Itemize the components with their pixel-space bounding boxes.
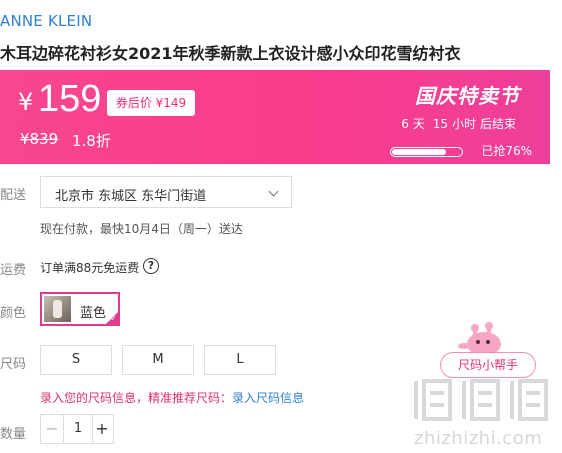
size-option-l[interactable]: L [204, 345, 276, 375]
coupon-price-badge[interactable]: 券后价 ¥149 [107, 90, 195, 116]
size-option-s[interactable]: S [40, 345, 112, 375]
currency-symbol: ¥ [18, 88, 34, 116]
countdown-days-unit: 天 [412, 117, 425, 131]
address-select[interactable]: 北京市 东城区 东华门街道 [40, 176, 292, 208]
brand-name[interactable]: ANNE KLEIN [0, 12, 92, 30]
sold-percentage: 已抢76% [481, 144, 532, 158]
sold-progress-bar [390, 147, 463, 157]
sold-progress-fill [392, 149, 446, 155]
countdown-timer: 6天 15 小时 后结束 [399, 115, 518, 132]
color-label: 颜色 [0, 306, 27, 321]
size-hint: 录入您的尺码信息，精准推荐尺码：录入尺码信息 [40, 389, 304, 406]
quantity-stepper[interactable]: − 1 + [40, 414, 114, 444]
original-price: ¥839 [20, 130, 59, 148]
quantity-value[interactable]: 1 [63, 415, 93, 443]
discount-rate: 1.8折 [72, 132, 111, 150]
color-name: 蓝色 [80, 306, 107, 321]
address-value: 北京市 东城区 东华门街道 [55, 189, 207, 204]
helper-mascot-icon [458, 322, 501, 356]
quantity-label: 数量 [0, 427, 27, 442]
delivery-label: 配送 [0, 188, 27, 203]
watermark-logo [414, 379, 548, 421]
countdown-hours: 15 [432, 117, 448, 131]
size-hint-text: 录入您的尺码信息，精准推荐尺码： [40, 391, 233, 405]
current-price: 159 [38, 78, 102, 120]
product-title: 木耳边碎花衬衫女2021年秋季新款上衣设计感小众印花雪纺衬衣 [0, 44, 461, 63]
size-option-m[interactable]: M [122, 345, 194, 375]
color-thumbnail [44, 296, 71, 322]
countdown-suffix: 后结束 [479, 117, 516, 131]
enter-size-link[interactable]: 录入尺码信息 [232, 391, 304, 405]
check-icon: ✓ [110, 314, 117, 323]
increase-button[interactable]: + [91, 415, 113, 443]
watermark: zhizhizhi.com [410, 375, 560, 453]
color-option-selected[interactable]: 蓝色 ✓ [40, 292, 120, 326]
freight-text: 订单满88元免运费 [40, 261, 140, 275]
price-banner: ¥ 159 券后价 ¥149 ¥839 1.8折 国庆特卖节 6天 15 小时 后结… [0, 70, 550, 164]
freight-label: 运费 [0, 263, 27, 278]
chevron-down-icon [268, 186, 279, 197]
watermark-url: zhizhizhi.com [414, 428, 543, 449]
size-label: 尺码 [0, 357, 27, 372]
decrease-button[interactable]: − [41, 415, 63, 443]
countdown-days: 6 [401, 117, 409, 131]
countdown-hours-unit: 小时 [451, 117, 476, 131]
help-icon[interactable]: ? [143, 258, 159, 274]
promo-title: 国庆特卖节 [415, 84, 520, 108]
delivery-estimate: 现在付款，最快10月4日（周一）送达 [40, 222, 243, 236]
